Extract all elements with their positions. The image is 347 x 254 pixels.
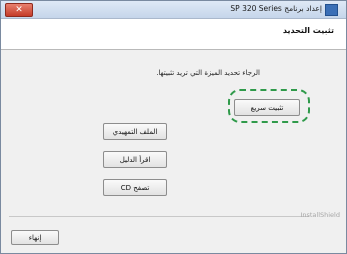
installshield-label: InstallShield [300,211,340,219]
finish-button[interactable]: إنهاء [11,230,59,245]
header-panel: تثبيت التحديد [1,19,346,50]
browse-cd-button[interactable]: تصفح CD [103,179,167,196]
close-button[interactable]: ✕ [5,3,33,17]
setup-window: ✕ إعداد برنامج SP 320 Series تثبيت التحد… [0,0,347,254]
readme-button[interactable]: الملف التمهيدي [103,123,167,140]
quick-install-button[interactable]: تثبيت سريع [234,99,300,116]
title-bar: ✕ إعداد برنامج SP 320 Series [1,1,346,19]
read-manual-button[interactable]: اقرأ الدليل [103,151,167,168]
close-icon: ✕ [15,5,23,15]
installer-app-icon [325,4,338,16]
feature-prompt: الرجاء تحديد الميزة التي تريد تثبيتها. [156,69,260,77]
page-title: تثبيت التحديد [282,26,334,35]
window-title: إعداد برنامج SP 320 Series [230,4,322,13]
installshield-divider [9,216,309,217]
